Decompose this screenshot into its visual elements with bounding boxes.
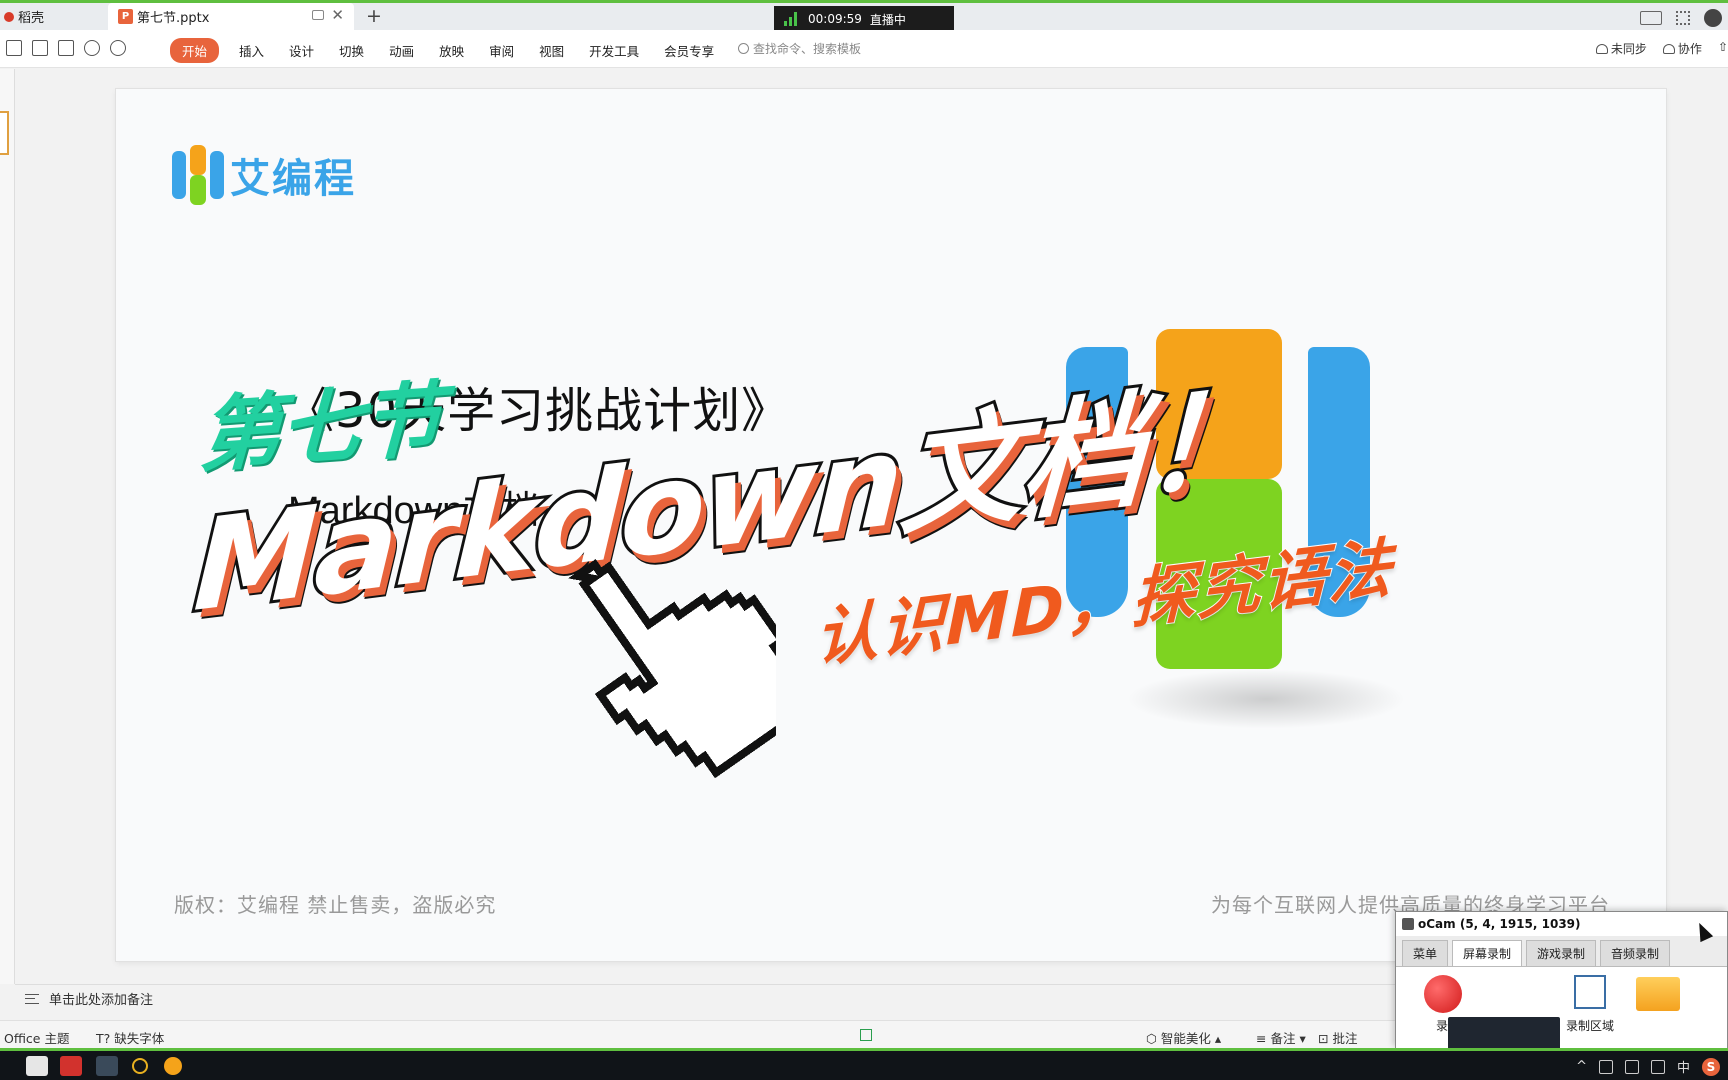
- tray-expand-icon[interactable]: ^: [1576, 1059, 1587, 1074]
- input-method-indicator[interactable]: 中: [1677, 1057, 1690, 1076]
- region-icon[interactable]: [1574, 975, 1606, 1009]
- print-icon[interactable]: [32, 40, 48, 56]
- pin-tab-icon[interactable]: [312, 10, 324, 20]
- layout-icon[interactable]: [1640, 11, 1662, 25]
- menu-developer[interactable]: 开发工具: [589, 41, 639, 60]
- search-icon: [738, 43, 749, 54]
- notes-placeholder: 单击此处添加备注: [49, 993, 154, 1008]
- pointer-hand-icon: [568, 559, 776, 779]
- grid-apps-icon[interactable]: [1676, 11, 1690, 25]
- copyright-notice: 版权：艾编程 禁止售卖，盗版必究: [174, 893, 497, 917]
- sogou-ime-icon[interactable]: S: [1702, 1057, 1720, 1076]
- cloud-icon: [1595, 44, 1608, 54]
- microphone-icon[interactable]: [1598, 1059, 1613, 1074]
- folder-icon[interactable]: [1636, 977, 1680, 1011]
- docer-logo-icon: [4, 11, 14, 22]
- record-button[interactable]: [1424, 975, 1462, 1013]
- graphic-shadow: [1126, 669, 1406, 729]
- menu-member[interactable]: 会员专享: [664, 41, 714, 60]
- slide-thumbnail[interactable]: [0, 111, 9, 155]
- wps-presentation-window: 稻壳 P 第七节.pptx ✕ + 00:09:59 直播中 开始 插入 设计 …: [0, 0, 1728, 1080]
- taskbar-app-text-icon[interactable]: [26, 1056, 48, 1076]
- command-search[interactable]: 查找命令、搜索模板: [738, 40, 861, 57]
- user-icon: [1662, 44, 1675, 54]
- missing-font-button[interactable]: T? 缺失字体: [96, 1028, 164, 1047]
- ocam-toolbar: 录制 录制区域: [1396, 966, 1727, 1080]
- brand-name: 艾编程: [230, 156, 356, 202]
- comments-button[interactable]: ⊡ 批注: [1318, 1028, 1357, 1047]
- quick-access-toolbar: [6, 40, 126, 56]
- signal-icon: [784, 12, 800, 26]
- share-icon[interactable]: ⇧: [1718, 40, 1728, 57]
- undo-icon[interactable]: [84, 40, 100, 56]
- ocam-window: oCam (5, 4, 1915, 1039) 菜单 屏幕录制 游戏录制 音频录…: [1395, 911, 1728, 1080]
- live-timer: 00:09:59: [808, 12, 862, 26]
- menu-insert[interactable]: 插入: [239, 41, 264, 60]
- ocam-tab-screen[interactable]: 屏幕录制: [1452, 940, 1523, 966]
- menu-slideshow[interactable]: 放映: [439, 41, 464, 60]
- tab-document[interactable]: P 第七节.pptx ✕: [108, 3, 354, 30]
- collaborate-button[interactable]: 协作: [1662, 40, 1702, 57]
- tab-document-label: 第七节.pptx: [137, 11, 210, 26]
- tab-home-label: 稻壳: [18, 11, 45, 26]
- window-controls: [1640, 6, 1728, 30]
- tab-home[interactable]: 稻壳: [0, 3, 106, 30]
- accessibility-icon[interactable]: [860, 1029, 872, 1041]
- menu-design[interactable]: 设计: [289, 41, 314, 60]
- menu-transitions[interactable]: 切换: [339, 41, 364, 60]
- tab-bar: 稻壳 P 第七节.pptx ✕ + 00:09:59 直播中: [0, 0, 1728, 32]
- menu-animations[interactable]: 动画: [389, 41, 414, 60]
- ocam-tabs: 菜单 屏幕录制 游戏录制 音频录制: [1396, 936, 1727, 966]
- ribbon: 开始 插入 设计 切换 动画 放映 审阅 视图 开发工具 会员专享 查找命令、搜…: [0, 30, 1728, 68]
- smart-beautify-button[interactable]: ⬡ 智能美化 ▴: [1146, 1028, 1221, 1047]
- taskbar-wps-icon[interactable]: [60, 1056, 82, 1076]
- sync-status[interactable]: 未同步: [1595, 40, 1647, 57]
- ocam-tab-menu[interactable]: 菜单: [1402, 940, 1449, 966]
- menu-review[interactable]: 审阅: [489, 41, 514, 60]
- ribbon-right-actions: 未同步 协作 ⇧: [1595, 40, 1728, 57]
- pptx-file-icon: P: [118, 9, 133, 24]
- taskbar-browser-icon[interactable]: [164, 1057, 182, 1075]
- ocam-tab-game[interactable]: 游戏录制: [1526, 940, 1597, 966]
- brand-mark-icon: [172, 145, 224, 205]
- redo-icon[interactable]: [110, 40, 126, 56]
- theme-name[interactable]: Office 主题: [4, 1028, 69, 1047]
- region-label: 录制区域: [1566, 1019, 1615, 1033]
- live-status: 直播中: [869, 12, 906, 27]
- slide-canvas[interactable]: 艾编程 《30天学习挑战计划》 Markdown文档 第七节 Markdown文…: [116, 89, 1666, 961]
- close-tab-icon[interactable]: ✕: [331, 6, 344, 24]
- network-icon[interactable]: [1624, 1059, 1639, 1074]
- slide-thumbnail-pane: [0, 69, 15, 984]
- system-tray: ^ 中 S: [1576, 1057, 1720, 1076]
- save-icon[interactable]: [6, 40, 22, 56]
- print-preview-icon[interactable]: [58, 40, 74, 56]
- ocam-title: oCam (5, 4, 1915, 1039): [1396, 912, 1727, 936]
- taskbar: ^ 中 S: [0, 1048, 1728, 1080]
- command-search-placeholder: 查找命令、搜索模板: [753, 42, 862, 56]
- menu-home[interactable]: 开始: [170, 38, 220, 63]
- user-avatar[interactable]: [1704, 9, 1722, 27]
- taskbar-ocam-icon[interactable]: [132, 1058, 148, 1074]
- ribbon-menu: 开始 插入 设计 切换 动画 放映 审阅 视图 开发工具 会员专享: [170, 38, 739, 63]
- new-tab-button[interactable]: +: [366, 5, 382, 27]
- live-stream-indicator: 00:09:59 直播中: [774, 6, 954, 32]
- notes-icon: [25, 993, 39, 1004]
- ocam-tab-audio[interactable]: 音频录制: [1600, 940, 1671, 966]
- taskbar-presentation-icon[interactable]: [96, 1056, 118, 1076]
- volume-icon[interactable]: [1650, 1059, 1665, 1074]
- menu-view[interactable]: 视图: [539, 41, 564, 60]
- notes-toggle-button[interactable]: ≡ 备注 ▾: [1256, 1028, 1306, 1047]
- brand-logo: 艾编程: [172, 145, 356, 205]
